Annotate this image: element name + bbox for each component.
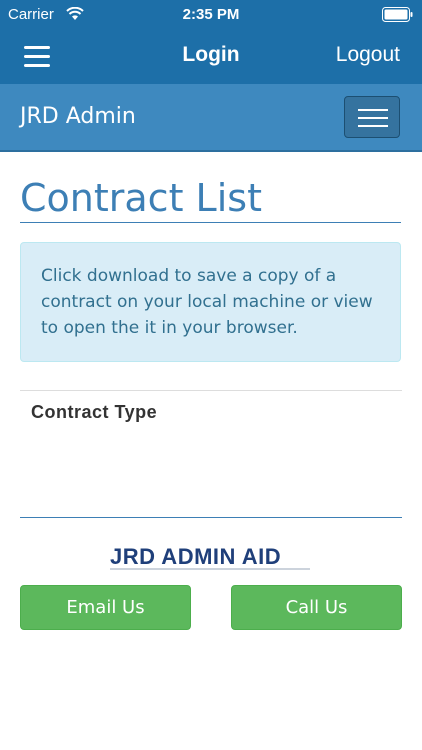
status-time: 2:35 PM [182,6,240,23]
navbar-toggle-icon [358,109,388,111]
brand-link[interactable]: JRD Admin [20,104,136,129]
status-bar: Carrier 2:35 PM [0,0,422,30]
column-header-contract-type: Contract Type [31,402,158,422]
email-us-button[interactable]: Email Us [20,585,191,630]
page-title: Contract List [20,176,401,223]
app-nav-bar: Login Logout [0,30,422,84]
info-alert: Click download to save a copy of a contr… [20,242,401,362]
navbar-toggle-button[interactable] [344,96,400,138]
table-top-divider [20,390,402,391]
table-bottom-divider [20,517,402,518]
jrd-admin-aid-logo: JRD ADMIN AID [110,542,312,572]
logout-button[interactable]: Logout [336,43,400,67]
call-us-button[interactable]: Call Us [231,585,402,630]
battery-icon [382,7,414,26]
site-header: JRD Admin [0,84,422,152]
logo-text: JRD ADMIN AID [110,544,281,569]
